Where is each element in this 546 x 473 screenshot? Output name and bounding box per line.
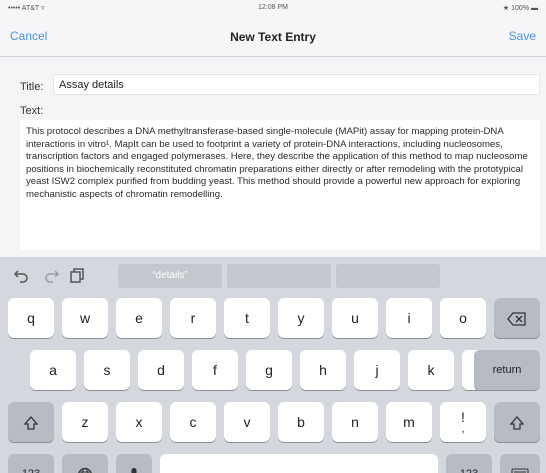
backspace-icon <box>507 312 526 326</box>
redo-icon[interactable] <box>43 267 61 285</box>
key-o[interactable]: o <box>440 298 486 338</box>
battery-indicator: ★ 100% ▬ <box>502 5 538 12</box>
text-input[interactable]: This protocol describes a DNA methyltran… <box>20 120 540 250</box>
shift-icon <box>509 416 525 430</box>
page-title: New Text Entry <box>230 30 316 44</box>
space-bar[interactable] <box>160 454 438 473</box>
microphone-key[interactable] <box>116 454 152 473</box>
save-button[interactable]: Save <box>509 29 536 43</box>
shift-icon <box>23 416 39 430</box>
key-secondary-char: , <box>461 423 465 435</box>
key-r[interactable]: r <box>170 298 216 338</box>
return-key[interactable]: return <box>474 350 540 390</box>
suggestion-2[interactable] <box>227 264 331 288</box>
key-k[interactable]: k <box>408 350 454 390</box>
key-exclamation[interactable]: !, <box>440 402 486 442</box>
key-e[interactable]: e <box>116 298 162 338</box>
key-m[interactable]: m <box>386 402 432 442</box>
shift-right-key[interactable] <box>494 402 540 442</box>
navigation-bar: Cancel New Text Entry Save <box>0 17 546 57</box>
title-label: Title: <box>20 81 44 93</box>
key-q[interactable]: q <box>8 298 54 338</box>
globe-key[interactable] <box>62 454 108 473</box>
key-u[interactable]: u <box>332 298 378 338</box>
key-z[interactable]: z <box>62 402 108 442</box>
key-v[interactable]: v <box>224 402 270 442</box>
key-t[interactable]: t <box>224 298 270 338</box>
globe-icon <box>78 468 92 473</box>
key-f[interactable]: f <box>192 350 238 390</box>
backspace-key[interactable] <box>494 298 540 338</box>
numbers-key-right[interactable]: 123 <box>446 454 492 473</box>
status-time: 12:08 PM <box>258 4 288 11</box>
dismiss-keyboard-key[interactable] <box>500 454 540 473</box>
status-bar: ••••• AT&T ▿ 12:08 PM ★ 100% ▬ <box>0 0 546 17</box>
key-w[interactable]: w <box>62 298 108 338</box>
suggestion-3[interactable] <box>336 264 440 288</box>
key-x[interactable]: x <box>116 402 162 442</box>
key-b[interactable]: b <box>278 402 324 442</box>
key-d[interactable]: d <box>138 350 184 390</box>
numbers-key-left[interactable]: 123 <box>8 454 54 473</box>
key-s[interactable]: s <box>84 350 130 390</box>
title-input[interactable] <box>53 74 540 95</box>
paste-icon[interactable] <box>68 267 86 285</box>
key-i[interactable]: i <box>386 298 432 338</box>
undo-icon[interactable] <box>12 267 30 285</box>
entry-form: Title: Text: This protocol describes a D… <box>0 57 546 257</box>
microphone-icon <box>131 468 137 473</box>
key-y[interactable]: y <box>278 298 324 338</box>
key-n[interactable]: n <box>332 402 378 442</box>
key-c[interactable]: c <box>170 402 216 442</box>
keyboard-toolbar: “details” <box>0 257 546 293</box>
keyboard-dismiss-icon <box>511 468 529 473</box>
suggestion-1[interactable]: “details” <box>118 264 222 288</box>
key-a[interactable]: a <box>30 350 76 390</box>
key-g[interactable]: g <box>246 350 292 390</box>
keyboard: “details” qwertyuiopasdfghjklreturnzxcvb… <box>0 257 546 473</box>
shift-left-key[interactable] <box>8 402 54 442</box>
text-label: Text: <box>20 105 44 117</box>
key-h[interactable]: h <box>300 350 346 390</box>
key-j[interactable]: j <box>354 350 400 390</box>
